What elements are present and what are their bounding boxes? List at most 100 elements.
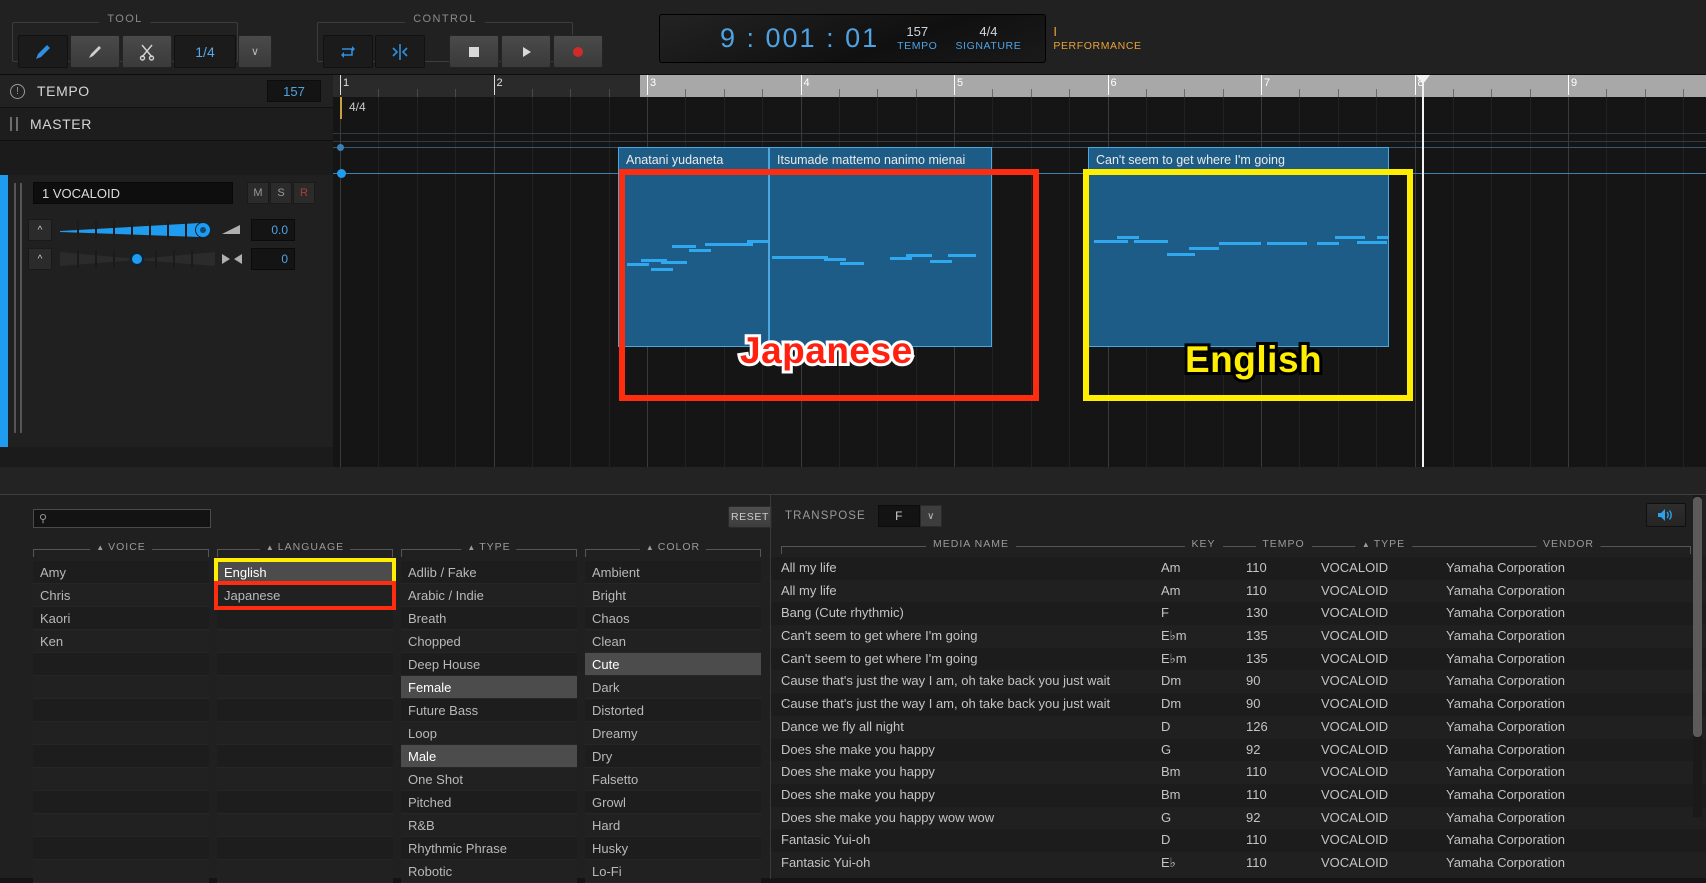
automation-point-2[interactable] (337, 169, 346, 178)
search-box[interactable]: ⚲ (33, 509, 211, 528)
media-list-body[interactable]: All my life Am 110 VOCALOID Yamaha Corporati… (771, 557, 1706, 879)
filter-item-r-b[interactable]: R&B (401, 814, 577, 837)
transpose-value[interactable]: F (877, 505, 920, 527)
performance-display[interactable]: I PERFORMANCE (1053, 24, 1141, 53)
audition-speaker-button[interactable] (1646, 503, 1686, 527)
master-row[interactable]: MASTER (0, 108, 333, 141)
filter-item-kaori[interactable]: Kaori (33, 607, 209, 630)
filter-list-color[interactable]: Ambient Bright Chaos Clean Cute Dark Distorted… (585, 561, 761, 883)
tempo-field[interactable]: 157 (267, 80, 321, 102)
filter-item-chaos[interactable]: Chaos (585, 607, 761, 630)
media-list-row[interactable]: Cause that's just the way I am, oh take … (771, 693, 1706, 716)
line-tool-button[interactable] (70, 35, 120, 68)
signature-marker-label[interactable]: 4/4 (349, 100, 366, 114)
clip-english-1[interactable]: Can't seem to get where I'm going (1088, 147, 1389, 347)
filter-item-japanese[interactable]: Japanese (214, 581, 396, 610)
timeline-ruler[interactable]: 123456789 (333, 75, 1706, 97)
track-solo-button[interactable]: S (270, 182, 292, 204)
playhead[interactable] (1422, 75, 1424, 467)
filter-item-breath[interactable]: Breath (401, 607, 577, 630)
media-list-scrollbar-thumb[interactable] (1693, 497, 1702, 737)
filter-item-adlib-fake[interactable]: Adlib / Fake (401, 561, 577, 584)
filter-header-language[interactable]: ▲ LANGUAGE (217, 540, 393, 558)
volume-value-field[interactable]: 0.0 (251, 219, 295, 241)
clip-japanese-2[interactable]: Itsumade mattemo nanimo mienai (769, 147, 992, 347)
media-list-row[interactable]: Does she make you happy Bm 110 VOCALOID Yama… (771, 761, 1706, 784)
filter-item-bright[interactable]: Bright (585, 584, 761, 607)
track-drag-handle-icon[interactable] (14, 183, 22, 433)
media-list-row[interactable]: Bang (Cute rhythmic) F 130 VOCALOID Yamaha C… (771, 602, 1706, 626)
filter-item-one-shot[interactable]: One Shot (401, 768, 577, 791)
filter-item-amy[interactable]: Amy (33, 561, 209, 584)
media-list-row[interactable]: Fantasic Yui-oh D 110 VOCALOID Yamaha Corpor… (771, 829, 1706, 852)
filter-header-color[interactable]: ▲ COLOR (585, 540, 761, 558)
media-list-row[interactable]: Does she make you happy Bm 110 VOCALOID Yama… (771, 783, 1706, 807)
track-name-field[interactable]: 1 VOCALOID (33, 182, 233, 204)
filter-item-male[interactable]: Male (401, 745, 577, 768)
filter-item-female[interactable]: Female (401, 676, 577, 699)
stop-button[interactable] (449, 35, 499, 68)
filter-list-type[interactable]: Adlib / Fake Arabic / Indie Breath Chopped D… (401, 561, 577, 883)
filter-item-cute[interactable]: Cute (585, 653, 761, 676)
filter-item-ken[interactable]: Ken (33, 630, 209, 653)
media-list-row[interactable]: All my life Am 110 VOCALOID Yamaha Corporati… (771, 579, 1706, 603)
scissors-tool-button[interactable] (122, 35, 172, 68)
filter-item-loop[interactable]: Loop (401, 722, 577, 745)
filter-item-pitched[interactable]: Pitched (401, 791, 577, 814)
quantize-value-button[interactable]: 1/4 (174, 35, 236, 68)
arrangement-timeline[interactable]: 123456789 Anatani yudaneta Itsumade matt… (333, 75, 1706, 467)
filter-item-growl[interactable]: Growl (585, 791, 761, 814)
filter-header-type[interactable]: ▲ TYPE (401, 540, 577, 558)
media-list-row[interactable]: Cause that's just the way I am, oh take … (771, 670, 1706, 694)
media-list-row[interactable]: Can't seem to get where I'm going E♭m 135 V… (771, 647, 1706, 671)
pan-value-field[interactable]: 0 (251, 248, 295, 270)
filter-item-falsetto[interactable]: Falsetto (585, 768, 761, 791)
filter-header-voice[interactable]: ▲ VOICE (33, 540, 209, 558)
track-record-button[interactable]: R (293, 182, 315, 204)
media-list-row[interactable]: All my life Am 110 VOCALOID Yamaha Corporati… (771, 557, 1706, 580)
chevron-down-icon[interactable]: ∨ (919, 505, 942, 527)
tempo-display[interactable]: 157 TEMPO (897, 24, 937, 53)
column-header-type[interactable]: ▲ TYPE (1321, 537, 1446, 555)
transport-display[interactable]: 9 : 001 : 01 157 TEMPO 4/4 SIGNATURE I P… (659, 14, 1141, 63)
filter-item-dreamy[interactable]: Dreamy (585, 722, 761, 745)
filter-item-clean[interactable]: Clean (585, 630, 761, 653)
filter-item-english[interactable]: English (214, 558, 396, 587)
filter-item-distorted[interactable]: Distorted (585, 699, 761, 722)
filter-item-chopped[interactable]: Chopped (401, 630, 577, 653)
filter-item-arabic-indie[interactable]: Arabic / Indie (401, 584, 577, 607)
playhead-handle[interactable] (1416, 75, 1430, 84)
filter-item-husky[interactable]: Husky (585, 837, 761, 860)
media-list-row[interactable]: Does she make you happy wow wow G 92 VOCALO… (771, 806, 1706, 830)
search-input[interactable] (51, 511, 192, 526)
automation-point-1[interactable] (337, 144, 344, 151)
filter-item-robotic[interactable]: Robotic (401, 860, 577, 883)
pan-expand-button[interactable]: ^ (28, 248, 52, 270)
play-button[interactable] (501, 35, 551, 68)
filter-item-chris[interactable]: Chris (33, 584, 209, 607)
clip-japanese-1[interactable]: Anatani yudaneta (618, 147, 769, 347)
filter-list-language[interactable]: English Japanese (214, 558, 396, 883)
volume-fader[interactable] (60, 221, 215, 239)
column-header-tempo[interactable]: TEMPO (1246, 537, 1321, 555)
pencil-tool-button[interactable] (18, 35, 68, 68)
filter-item-deep-house[interactable]: Deep House (401, 653, 577, 676)
filter-item-lo-fi[interactable]: Lo-Fi (585, 860, 761, 883)
media-list-row[interactable]: Does she make you happy G 92 VOCALOID Yamaha… (771, 738, 1706, 762)
track-mute-button[interactable]: M (247, 182, 269, 204)
filter-item-dark[interactable]: Dark (585, 676, 761, 699)
filter-item-future-bass[interactable]: Future Bass (401, 699, 577, 722)
record-button[interactable] (553, 35, 603, 68)
column-header-key[interactable]: KEY (1161, 537, 1246, 555)
filter-item-ambient[interactable]: Ambient (585, 561, 761, 584)
signature-display[interactable]: 4/4 SIGNATURE (955, 24, 1021, 53)
tempo-row[interactable]: ! TEMPO 157 (0, 75, 333, 108)
filter-item-dry[interactable]: Dry (585, 745, 761, 768)
reset-button[interactable]: RESET (728, 506, 772, 528)
media-list-row[interactable]: Can't seem to get where I'm going E♭m 135 V… (771, 625, 1706, 648)
media-list-row[interactable]: Dance we fly all night D 126 VOCALOID Yamaha… (771, 715, 1706, 739)
timeline-grid[interactable]: Anatani yudaneta Itsumade mattemo nanimo… (333, 97, 1706, 467)
column-header-media-name[interactable]: MEDIA NAME (781, 537, 1161, 555)
filter-list-voice[interactable]: Amy Chris Kaori Ken (33, 561, 209, 883)
loop-button[interactable] (323, 35, 373, 68)
